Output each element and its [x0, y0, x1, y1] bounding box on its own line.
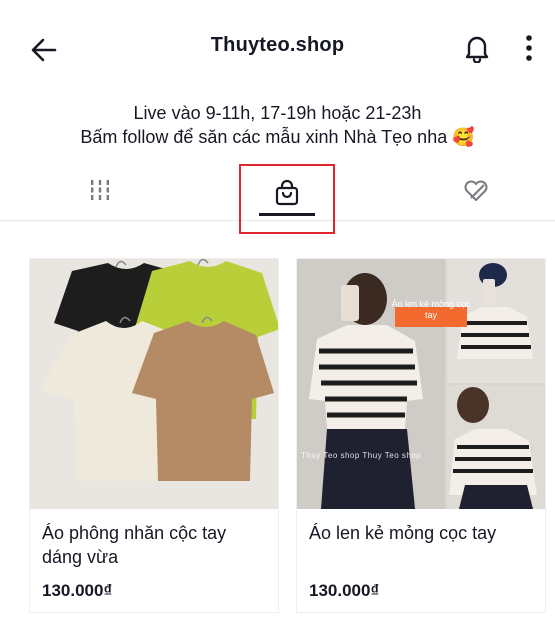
product-image	[30, 259, 278, 509]
active-tab-indicator	[259, 213, 315, 216]
heart-hidden-icon	[464, 180, 488, 201]
more-vertical-icon	[526, 35, 532, 61]
product-title: Áo len kẻ mỏng cọc tay	[309, 523, 497, 543]
tab-liked[interactable]	[436, 160, 516, 220]
product-title: Áo phông nhăn cộc tay dáng vừa	[42, 523, 227, 567]
profile-bio: Live vào 9-11h, 17-19h hoặc 21-23h Bấm f…	[0, 101, 555, 149]
product-price: 130.000₫	[309, 581, 380, 600]
image-overlay-text: Áo len kẻ mỏng cọc tay	[391, 299, 471, 320]
product-image: Áo len kẻ mỏng cọc tay Thuy Teo shop Thu…	[297, 259, 545, 509]
top-bar: Thuyteo.shop	[0, 0, 555, 96]
bell-icon	[465, 36, 489, 63]
watermark-text: Thuy Teo shop Thuy Teo shop	[301, 451, 422, 460]
bio-line-2: Bấm follow để săn các mẫu xinh Nhà Tẹo n…	[80, 127, 475, 147]
profile-tabs	[0, 160, 555, 234]
bio-line-1: Live vào 9-11h, 17-19h hoặc 21-23h	[133, 103, 422, 123]
shopping-bag-icon	[275, 179, 299, 206]
notifications-button[interactable]	[459, 30, 495, 66]
tab-shop[interactable]	[239, 164, 335, 234]
more-options-button[interactable]	[514, 30, 544, 66]
grid-bars-icon	[91, 180, 109, 200]
product-card[interactable]: Áo len kẻ mỏng cọc tay Thuy Teo shop Thu…	[296, 258, 546, 613]
tab-videos[interactable]	[60, 160, 140, 220]
product-price: 130.000₫	[42, 581, 113, 600]
product-card[interactable]: Áo phông nhăn cộc tay dáng vừa 130.000₫	[29, 258, 279, 613]
